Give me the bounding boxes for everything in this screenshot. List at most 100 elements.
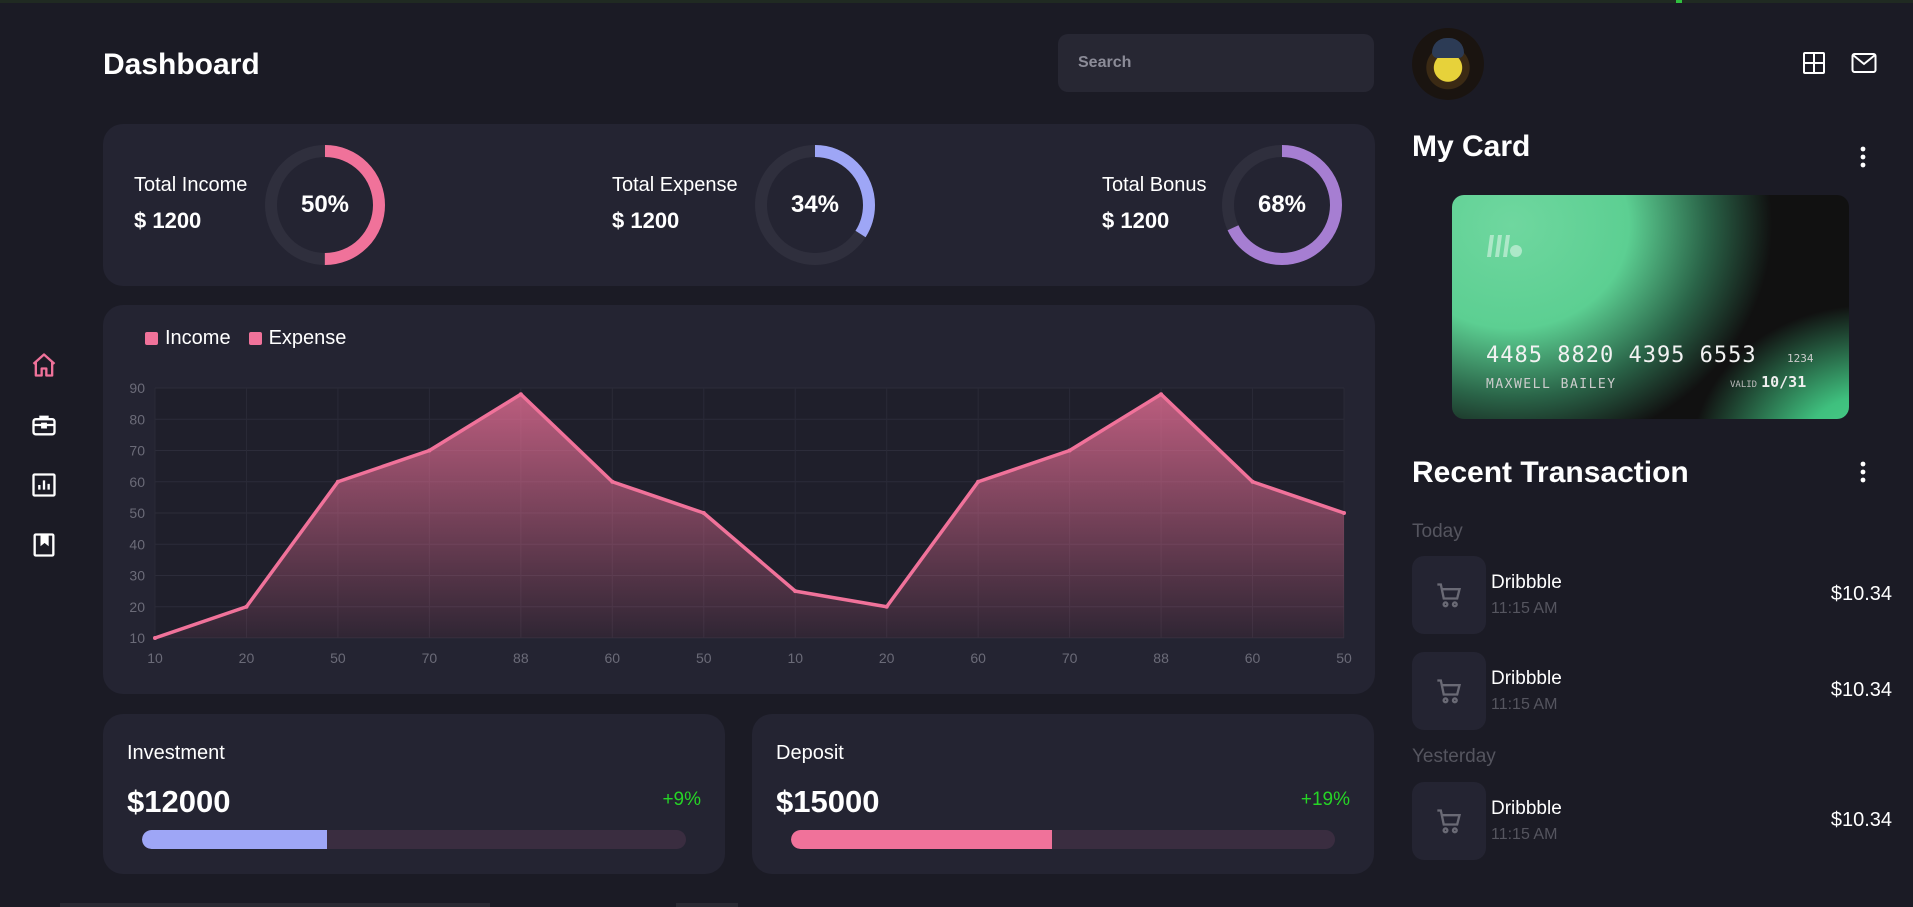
ring-percent: 50%: [300, 191, 350, 218]
transaction-amount: $10.34: [1830, 679, 1892, 701]
legend-swatch: [145, 332, 158, 345]
x-tick-label: 70: [1062, 650, 1078, 666]
more-vertical-icon[interactable]: [1853, 457, 1873, 487]
y-tick-label: 50: [129, 505, 145, 521]
investment-progress-track: [142, 830, 686, 849]
transaction-name: Dribbble: [1491, 668, 1562, 689]
chart-icon[interactable]: [24, 465, 64, 505]
transaction-item[interactable]: Dribbble 11:15 AM $10.34: [1412, 652, 1892, 730]
ring-percent: 34%: [790, 191, 840, 218]
group-label-today: Today: [1412, 521, 1463, 542]
recent-transaction-title: Recent Transaction: [1412, 456, 1689, 489]
x-tick-label: 50: [330, 650, 346, 666]
x-tick-label: 60: [1245, 650, 1261, 666]
ring-percent: 68%: [1257, 191, 1307, 218]
investment-value: $12000: [127, 784, 231, 819]
top-border: [0, 0, 1913, 3]
more-vertical-icon[interactable]: [1853, 142, 1873, 172]
card-valid: VALID 10/31: [1730, 373, 1806, 391]
transaction-item[interactable]: Dribbble 11:15 AM $10.34: [1412, 556, 1892, 634]
x-tick-label: 50: [1336, 650, 1352, 666]
x-tick-label: 20: [879, 650, 895, 666]
stat-label: Total Income: [134, 174, 248, 196]
grid-icon[interactable]: [1799, 48, 1829, 78]
deposit-value: $15000: [776, 784, 880, 819]
data-point: [884, 604, 889, 609]
investment-label: Investment: [127, 742, 225, 764]
y-tick-label: 60: [129, 474, 145, 490]
data-point: [244, 604, 249, 609]
x-tick-label: 10: [787, 650, 803, 666]
card-number: 4485 8820 4395 6553: [1486, 343, 1757, 368]
deposit-card: Deposit $15000 +19%: [752, 714, 1374, 874]
y-tick-label: 10: [129, 630, 145, 646]
transaction-amount: $10.34: [1830, 809, 1892, 831]
transaction-amount: $10.34: [1830, 583, 1892, 605]
my-card-title: My Card: [1412, 130, 1531, 163]
legend-item-expense[interactable]: Expense: [248, 327, 347, 350]
cart-icon: [1412, 782, 1486, 860]
investment-card: Investment $12000 +9%: [103, 714, 725, 874]
valid-label: VALID: [1730, 380, 1758, 390]
y-tick-label: 20: [129, 599, 145, 615]
cart-icon: [1412, 652, 1486, 730]
legend-label: Expense: [268, 327, 347, 349]
legend-item-income[interactable]: Income: [145, 327, 231, 350]
data-point: [1159, 392, 1164, 397]
x-tick-label: 70: [422, 650, 438, 666]
data-point: [610, 479, 615, 484]
page-title: Dashboard: [103, 48, 260, 81]
deposit-progress-fill: [791, 830, 1053, 849]
investment-progress-fill: [142, 830, 327, 849]
stat-label: Total Bonus: [1102, 174, 1207, 196]
legend-label: Income: [165, 327, 231, 349]
deposit-change: +19%: [1300, 789, 1350, 810]
y-tick-label: 30: [129, 568, 145, 584]
y-tick-label: 90: [129, 380, 145, 396]
transaction-name: Dribbble: [1491, 572, 1562, 593]
deposit-progress-track: [791, 830, 1335, 849]
mail-icon[interactable]: [1849, 48, 1879, 78]
data-point: [1067, 448, 1072, 453]
bottom-scroll-track: [676, 903, 738, 907]
data-point: [701, 511, 706, 515]
data-point: [793, 589, 798, 594]
data-point: [335, 479, 340, 484]
x-tick-label: 88: [513, 650, 529, 666]
investment-change: +9%: [662, 789, 701, 810]
transaction-time: 11:15 AM: [1491, 696, 1558, 713]
book-icon[interactable]: [24, 525, 64, 565]
transaction-name: Dribbble: [1491, 798, 1562, 819]
y-tick-label: 80: [129, 411, 145, 427]
group-label-yesterday: Yesterday: [1412, 746, 1496, 767]
bottom-scroll-track: [60, 903, 490, 907]
card-cvc: 1234: [1787, 352, 1814, 365]
cart-icon: [1412, 556, 1486, 634]
x-tick-label: 10: [147, 650, 163, 666]
home-icon[interactable]: [24, 345, 64, 385]
search-input[interactable]: [1058, 34, 1374, 92]
avatar[interactable]: [1412, 28, 1484, 100]
x-tick-label: 20: [239, 650, 255, 666]
income-expense-chart-card: 10 20 30 40 50 60 70 80 90 10 20 50 70 88 60 50 10 20 60 70…: [103, 305, 1375, 694]
card-holder-name: MAXWELL BAILEY: [1486, 377, 1617, 392]
legend-swatch: [248, 332, 262, 345]
data-point: [1250, 479, 1255, 484]
data-point: [1342, 511, 1346, 515]
x-tick-label: 50: [696, 650, 712, 666]
stats-card: Total Income $ 1200 50% Total Expense $ …: [103, 124, 1375, 286]
transaction-item[interactable]: Dribbble 11:15 AM $10.34: [1412, 782, 1892, 860]
y-tick-label: 40: [129, 536, 145, 552]
briefcase-icon[interactable]: [24, 405, 64, 445]
deposit-label: Deposit: [776, 742, 844, 764]
income-ring: 50%: [261, 141, 389, 269]
y-tick-label: 70: [129, 443, 145, 459]
bonus-ring: 68%: [1218, 141, 1346, 269]
card-brand-logo-icon: [1486, 233, 1524, 264]
stat-value: $ 1200: [612, 208, 680, 233]
stat-value: $ 1200: [134, 208, 202, 233]
transaction-time: 11:15 AM: [1491, 826, 1558, 843]
credit-card[interactable]: 4485 8820 4395 6553 1234 MAXWELL BAILEY …: [1452, 195, 1849, 419]
transaction-time: 11:15 AM: [1491, 600, 1558, 617]
data-point: [976, 479, 981, 484]
